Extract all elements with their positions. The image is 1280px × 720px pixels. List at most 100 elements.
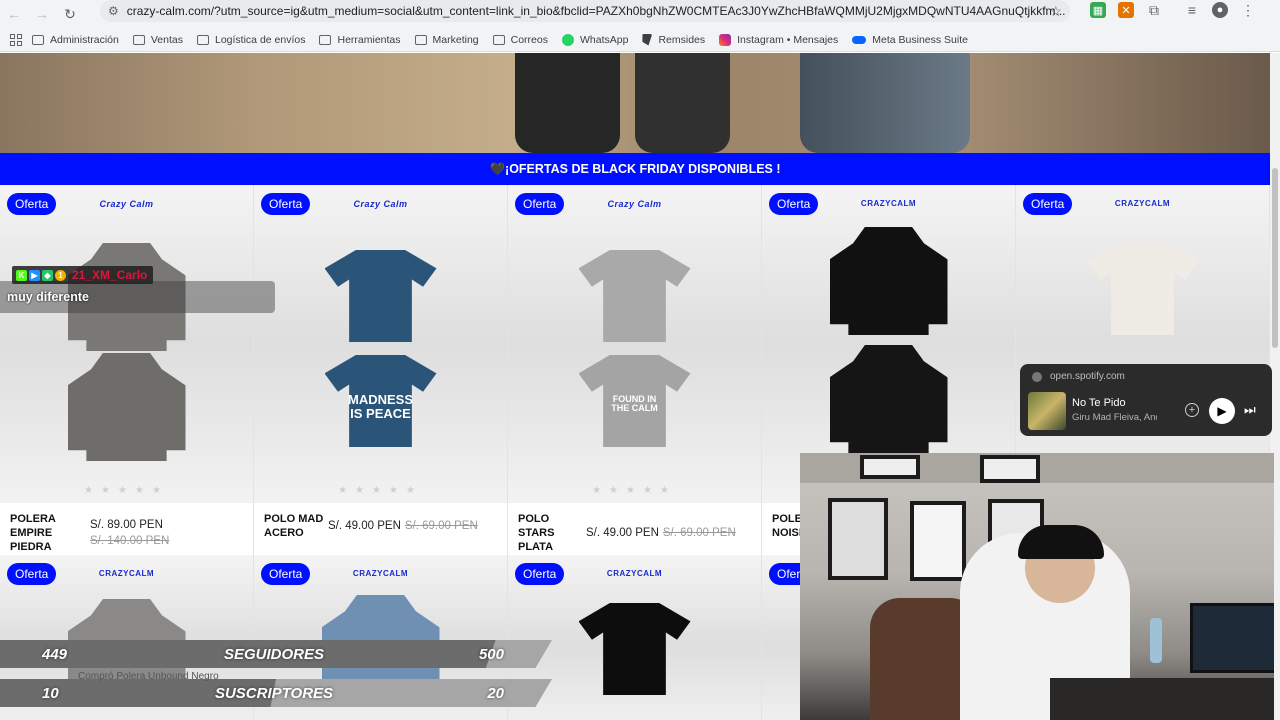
puzzle-icon[interactable]: ⧉ bbox=[1146, 2, 1162, 18]
folder-icon bbox=[32, 34, 44, 45]
sale-badge: Oferta bbox=[7, 193, 57, 215]
sale-badge: Oferta bbox=[515, 193, 565, 215]
brand-logo: CRAZYCALM bbox=[860, 199, 917, 208]
product-name[interactable]: POLERA EMPIRE PIEDRA bbox=[10, 513, 90, 554]
garment-front bbox=[829, 227, 948, 335]
bookmark-item[interactable]: Marketing bbox=[414, 34, 479, 46]
garment-back bbox=[67, 353, 186, 461]
profile-avatar[interactable]: ● bbox=[1212, 2, 1228, 18]
bookmark-item[interactable]: Meta Business Suite bbox=[852, 34, 968, 46]
product-card[interactable]: Crazy Calm FOUND IN THE CALM ★★★★★ Ofert… bbox=[508, 185, 762, 555]
site-info-icon[interactable]: ⚙ bbox=[108, 4, 119, 18]
garment-back bbox=[829, 345, 948, 453]
chat-message: muy diferente bbox=[7, 290, 89, 304]
webcam-feed bbox=[800, 453, 1274, 720]
track-title: No Te Pido bbox=[1072, 397, 1126, 409]
followers-goal: 449 SEGUIDORES 500 bbox=[0, 640, 552, 668]
rating-stars: ★★★★★ bbox=[84, 485, 169, 496]
goal-label: SEGUIDORES bbox=[223, 645, 325, 663]
bookmark-label: Administración bbox=[50, 33, 119, 46]
spotify-site-label: open.spotify.com bbox=[1050, 371, 1125, 382]
product-old-price: S/. 69.00 PEN bbox=[404, 519, 478, 532]
garment-front bbox=[578, 603, 691, 695]
sale-badge: Oferta bbox=[7, 563, 57, 585]
sale-badge: Oferta bbox=[261, 563, 311, 585]
subscribers-goal: 10 SUSCRIPTORES 20 bbox=[0, 679, 552, 707]
brand-logo: Crazy Calm bbox=[99, 199, 154, 209]
bookmark-item[interactable]: Correos bbox=[492, 34, 548, 46]
bookmark-item[interactable]: Remsides bbox=[642, 33, 706, 46]
wall-poster bbox=[828, 498, 888, 580]
globe-icon bbox=[1032, 371, 1042, 382]
streamer-cap bbox=[1018, 525, 1104, 559]
product-card[interactable]: Crazy Calm ★★★★★ Oferta POLERA EMPIRE PI… bbox=[0, 185, 254, 555]
product-price: S/. 89.00 PEN bbox=[90, 519, 163, 532]
wall-frame bbox=[860, 455, 920, 479]
back-icon[interactable]: ← bbox=[0, 0, 28, 28]
sale-badge: Oferta bbox=[769, 193, 819, 215]
water-bottle bbox=[1150, 618, 1162, 663]
bookmark-label: Meta Business Suite bbox=[872, 33, 968, 46]
brand-logo: Crazy Calm bbox=[353, 199, 408, 209]
bookmark-item[interactable]: Ventas bbox=[132, 34, 183, 46]
product-name[interactable]: POLO MAD ACERO bbox=[264, 513, 328, 541]
folder-icon bbox=[319, 34, 332, 45]
spotify-miniplayer: open.spotify.com No Te Pido Giru Mad Fle… bbox=[1020, 364, 1272, 436]
media-icon[interactable]: ≡ bbox=[1184, 2, 1200, 18]
product-info: POLERA EMPIRE PIEDRA S/. 89.00 PEN S/. 14… bbox=[10, 513, 250, 554]
brand-logo: Crazy Calm bbox=[607, 199, 662, 209]
goal-target: 20 bbox=[487, 684, 504, 702]
wall-poster bbox=[910, 501, 966, 581]
product-name[interactable]: POLO STARS PLATA bbox=[518, 513, 586, 554]
play-icon[interactable]: ▶ bbox=[1209, 398, 1235, 424]
add-icon[interactable]: + bbox=[1185, 403, 1199, 417]
folder-icon bbox=[414, 34, 427, 45]
folder-icon bbox=[132, 34, 145, 45]
promo-banner[interactable]: 🖤¡OFERTAS DE BLACK FRIDAY DISPONIBLES ! bbox=[0, 153, 1270, 185]
product-image: Crazy Calm FOUND IN THE CALM ★★★★★ bbox=[508, 185, 761, 503]
spotify-site: open.spotify.com bbox=[1032, 371, 1125, 382]
bookmark-item[interactable]: Herramientas bbox=[319, 34, 401, 46]
meta-icon bbox=[852, 35, 867, 44]
instagram-icon bbox=[719, 33, 732, 46]
scrollbar-thumb[interactable] bbox=[1272, 168, 1278, 348]
next-track-icon[interactable]: ⏭ bbox=[1244, 402, 1256, 418]
bookmark-star-icon[interactable]: ☆ bbox=[1049, 3, 1062, 20]
apps-grid-icon[interactable] bbox=[10, 33, 22, 46]
whatsapp-icon bbox=[561, 33, 574, 46]
url-text: crazy-calm.com/?utm_source=ig&utm_medium… bbox=[126, 4, 1066, 18]
goal-target: 500 bbox=[478, 645, 504, 663]
garment-print: FOUND IN THE CALM bbox=[611, 394, 658, 414]
sheets-extension-icon[interactable]: ▦ bbox=[1090, 2, 1106, 18]
goal-label: SUSCRIPTORES bbox=[214, 684, 334, 702]
sale-badge: Oferta bbox=[515, 563, 565, 585]
remsides-icon bbox=[642, 33, 653, 46]
bookmark-item[interactable]: Logística de envíos bbox=[197, 34, 305, 46]
bookmark-item[interactable]: Instagram • Mensajes bbox=[719, 33, 839, 46]
chat-user-tag: K ▶ ◆ 1 21_XM_Carlo bbox=[12, 266, 154, 284]
purchase-notification: Compró Polera Unbound Negro bbox=[78, 671, 219, 682]
hero-image bbox=[0, 53, 1270, 153]
product-card[interactable]: Crazy Calm MADNESS IS PEACE ★★★★★ Oferta… bbox=[254, 185, 508, 555]
monitor bbox=[1190, 603, 1274, 673]
bookmark-item[interactable]: Administración bbox=[32, 34, 119, 46]
bookmark-label: Instagram • Mensajes bbox=[737, 33, 839, 46]
address-bar[interactable]: ⚙ crazy-calm.com/?utm_source=ig&utm_medi… bbox=[100, 0, 1070, 22]
reload-icon[interactable]: ↻ bbox=[56, 0, 84, 28]
forward-icon[interactable]: → bbox=[28, 0, 56, 28]
product-old-price: S/. 69.00 PEN bbox=[662, 526, 736, 539]
folder-icon bbox=[492, 34, 505, 45]
menu-icon[interactable]: ⋮ bbox=[1240, 2, 1256, 18]
bookmark-item[interactable]: WhatsApp bbox=[561, 33, 628, 46]
chat-username: 21_XM_Carlo bbox=[72, 268, 148, 282]
rating-stars: ★★★★★ bbox=[592, 485, 677, 496]
desk bbox=[1050, 678, 1274, 720]
brand-logo: CRAZYCALM bbox=[606, 569, 663, 578]
extension-icon[interactable]: ✕ bbox=[1118, 2, 1134, 18]
hero-leg-right bbox=[800, 53, 970, 153]
folder-icon bbox=[197, 34, 209, 45]
sale-badge: Oferta bbox=[1023, 193, 1073, 215]
bookmark-label: Remsides bbox=[658, 33, 706, 46]
extensions-area: ▦ ✕ ⧉ ≡ ● ⋮ bbox=[1090, 2, 1256, 18]
product-image: Crazy Calm MADNESS IS PEACE ★★★★★ bbox=[254, 185, 507, 503]
